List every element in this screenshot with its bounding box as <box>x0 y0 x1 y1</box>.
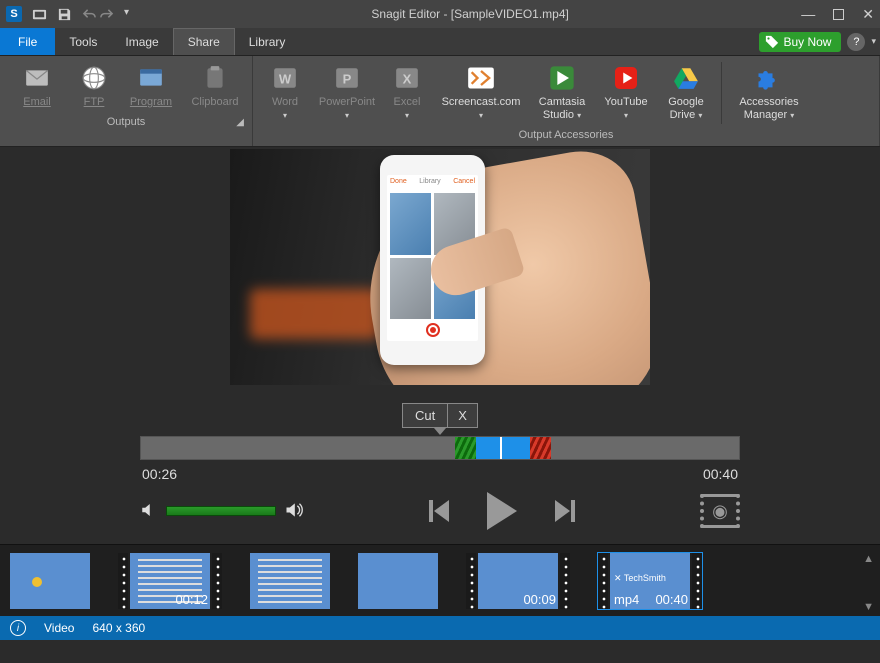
output-email[interactable]: Email <box>8 62 66 111</box>
youtube-icon <box>612 64 640 92</box>
acc-youtube[interactable]: YouTube▾ <box>597 62 655 124</box>
volume-control[interactable] <box>140 500 304 523</box>
capture-tray: 00:12 00:09 ✕ TechSmith mp4 00:40 ▲ ▼ <box>0 544 880 616</box>
minimize-button[interactable]: — <box>801 6 815 22</box>
output-ftp[interactable]: FTP <box>72 62 116 111</box>
google-drive-icon <box>672 64 700 92</box>
help-dropdown-icon[interactable]: ▾ <box>871 36 876 47</box>
tray-thumb-4[interactable] <box>358 553 438 609</box>
svg-text:W: W <box>279 71 292 86</box>
selection-out-marker[interactable] <box>530 437 551 459</box>
info-icon[interactable]: i <box>10 620 26 636</box>
time-total: 00:40 <box>703 466 738 482</box>
new-capture-icon[interactable] <box>32 7 47 22</box>
buy-now-label: Buy Now <box>783 35 831 49</box>
camera-icon: ◉ <box>712 501 728 522</box>
clipboard-icon <box>201 64 229 92</box>
status-media-type: Video <box>44 621 74 635</box>
globe-icon <box>80 64 108 92</box>
ribbon-share: Email FTP Program Clipboard Outputs ◢ W W… <box>0 56 880 147</box>
status-dimensions: 640 x 360 <box>92 621 145 635</box>
playback-controls: ◉ <box>0 492 880 544</box>
tray-scroll-down-icon[interactable]: ▼ <box>863 601 874 613</box>
camtasia-icon <box>548 64 576 92</box>
email-icon <box>23 64 51 92</box>
svg-text:P: P <box>343 71 352 86</box>
app-icon[interactable]: S <box>6 6 22 22</box>
volume-slider[interactable] <box>166 506 276 516</box>
playhead[interactable] <box>500 436 502 460</box>
menu-bar: File Tools Image Share Library Buy Now ?… <box>0 28 880 56</box>
tray-thumb-type: mp4 <box>614 592 639 607</box>
video-timeline[interactable] <box>140 436 740 460</box>
excel-icon: X <box>393 64 421 92</box>
cut-button[interactable]: Cut <box>403 404 448 427</box>
ribbon-group-outputs: Email FTP Program Clipboard Outputs ◢ <box>0 56 253 146</box>
help-button[interactable]: ? <box>847 33 865 51</box>
powerpoint-icon: P <box>333 64 361 92</box>
speaker-max-icon <box>284 500 304 523</box>
menu-tools[interactable]: Tools <box>55 28 111 55</box>
menu-image[interactable]: Image <box>111 28 172 55</box>
acc-google-drive[interactable]: GoogleDrive ▾ <box>661 62 711 124</box>
puzzle-icon <box>755 64 783 92</box>
cut-popup: Cut X <box>402 403 478 428</box>
status-bar: i Video 640 x 360 <box>0 616 880 640</box>
menu-library[interactable]: Library <box>235 28 300 55</box>
step-back-button[interactable] <box>429 500 449 522</box>
acc-camtasia[interactable]: CamtasiaStudio ▾ <box>533 62 591 124</box>
window-title: Snagit Editor - [SampleVIDEO1.mp4] <box>139 7 801 21</box>
word-icon: W <box>271 64 299 92</box>
acc-word[interactable]: W Word▾ <box>261 62 309 124</box>
play-button[interactable] <box>487 492 517 530</box>
ribbon-group-accessories-label: Output Accessories <box>519 129 614 141</box>
tag-icon <box>765 35 779 49</box>
cut-pointer-icon <box>434 428 446 435</box>
tray-thumb-duration: 00:40 <box>655 592 688 607</box>
tray-thumb-selected[interactable]: ✕ TechSmith mp4 00:40 <box>598 553 702 609</box>
save-icon[interactable] <box>57 7 72 22</box>
ribbon-group-outputs-label: Outputs <box>107 116 146 128</box>
quick-access-toolbar: S ▾ <box>6 6 139 22</box>
maximize-button[interactable] <box>833 9 844 20</box>
tray-thumb-3[interactable] <box>250 553 330 609</box>
redo-icon[interactable] <box>99 7 114 22</box>
ribbon-group-accessories: W Word▾ P PowerPoint▾ X Excel▾ Screencas… <box>253 56 880 146</box>
undo-icon[interactable] <box>82 7 97 22</box>
outputs-launcher-icon[interactable]: ◢ <box>236 117 244 128</box>
selection-in-marker[interactable] <box>455 437 476 459</box>
acc-screencast[interactable]: Screencast.com▾ <box>435 62 527 124</box>
acc-powerpoint[interactable]: P PowerPoint▾ <box>315 62 379 124</box>
time-current: 00:26 <box>142 466 177 482</box>
close-button[interactable]: ✕ <box>862 6 874 23</box>
svg-text:X: X <box>403 71 412 86</box>
capture-frame-button[interactable]: ◉ <box>700 494 740 528</box>
tray-scroll-up-icon[interactable]: ▲ <box>863 553 874 565</box>
buy-now-button[interactable]: Buy Now <box>759 32 841 52</box>
speaker-icon <box>140 501 158 522</box>
cut-close-button[interactable]: X <box>448 404 477 427</box>
window-icon <box>137 64 165 92</box>
menu-share[interactable]: Share <box>173 28 235 55</box>
tray-thumb-2[interactable]: 00:12 <box>118 553 222 609</box>
tray-thumb-5[interactable]: 00:09 <box>466 553 570 609</box>
title-bar: S ▾ Snagit Editor - [SampleVIDEO1.mp4] —… <box>0 0 880 28</box>
selection-range[interactable] <box>476 437 530 459</box>
qat-customize-icon[interactable]: ▾ <box>124 7 139 22</box>
output-program[interactable]: Program <box>122 62 180 111</box>
output-clipboard[interactable]: Clipboard <box>186 62 244 111</box>
acc-excel[interactable]: X Excel▾ <box>385 62 429 124</box>
step-forward-button[interactable] <box>555 500 575 522</box>
acc-manager[interactable]: AccessoriesManager ▾ <box>732 62 806 124</box>
screencast-icon <box>467 64 495 92</box>
canvas-area: DoneLibraryCancel <box>0 147 880 409</box>
video-preview[interactable]: DoneLibraryCancel <box>230 149 650 385</box>
menu-file[interactable]: File <box>0 28 55 55</box>
techsmith-badge: ✕ TechSmith <box>614 573 666 584</box>
tray-thumb-1[interactable] <box>10 553 90 609</box>
